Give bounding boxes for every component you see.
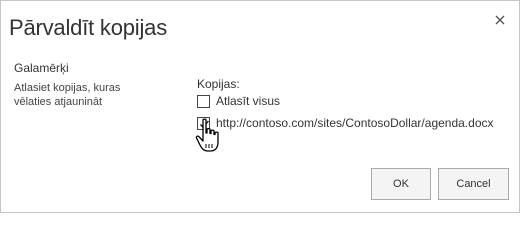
- copy-item-checkbox[interactable]: [197, 116, 210, 130]
- copies-label: Kopijas:: [197, 77, 240, 91]
- copy-item-url: http://contoso.com/sites/ContosoDollar/a…: [216, 116, 494, 130]
- select-all-label: Atlasīt visus: [216, 94, 281, 108]
- ok-button[interactable]: OK: [371, 168, 431, 200]
- cancel-button[interactable]: Cancel: [438, 168, 509, 200]
- close-icon: [495, 15, 505, 25]
- select-all-option[interactable]: Atlasīt visus: [197, 94, 280, 108]
- destinations-heading: Galamērķi: [14, 61, 69, 75]
- select-all-checkbox[interactable]: [197, 94, 210, 108]
- close-button[interactable]: [493, 13, 507, 27]
- dialog-title: Pārvaldīt kopijas: [9, 15, 168, 40]
- copy-item[interactable]: http://contoso.com/sites/ContosoDollar/a…: [197, 116, 494, 130]
- destinations-description: Atlasiet kopijas, kuras vēlaties atjauni…: [14, 82, 121, 108]
- checkmark-icon: [199, 119, 210, 128]
- manage-copies-dialog: Pārvaldīt kopijas Galamērķi Atlasiet kop…: [0, 0, 520, 213]
